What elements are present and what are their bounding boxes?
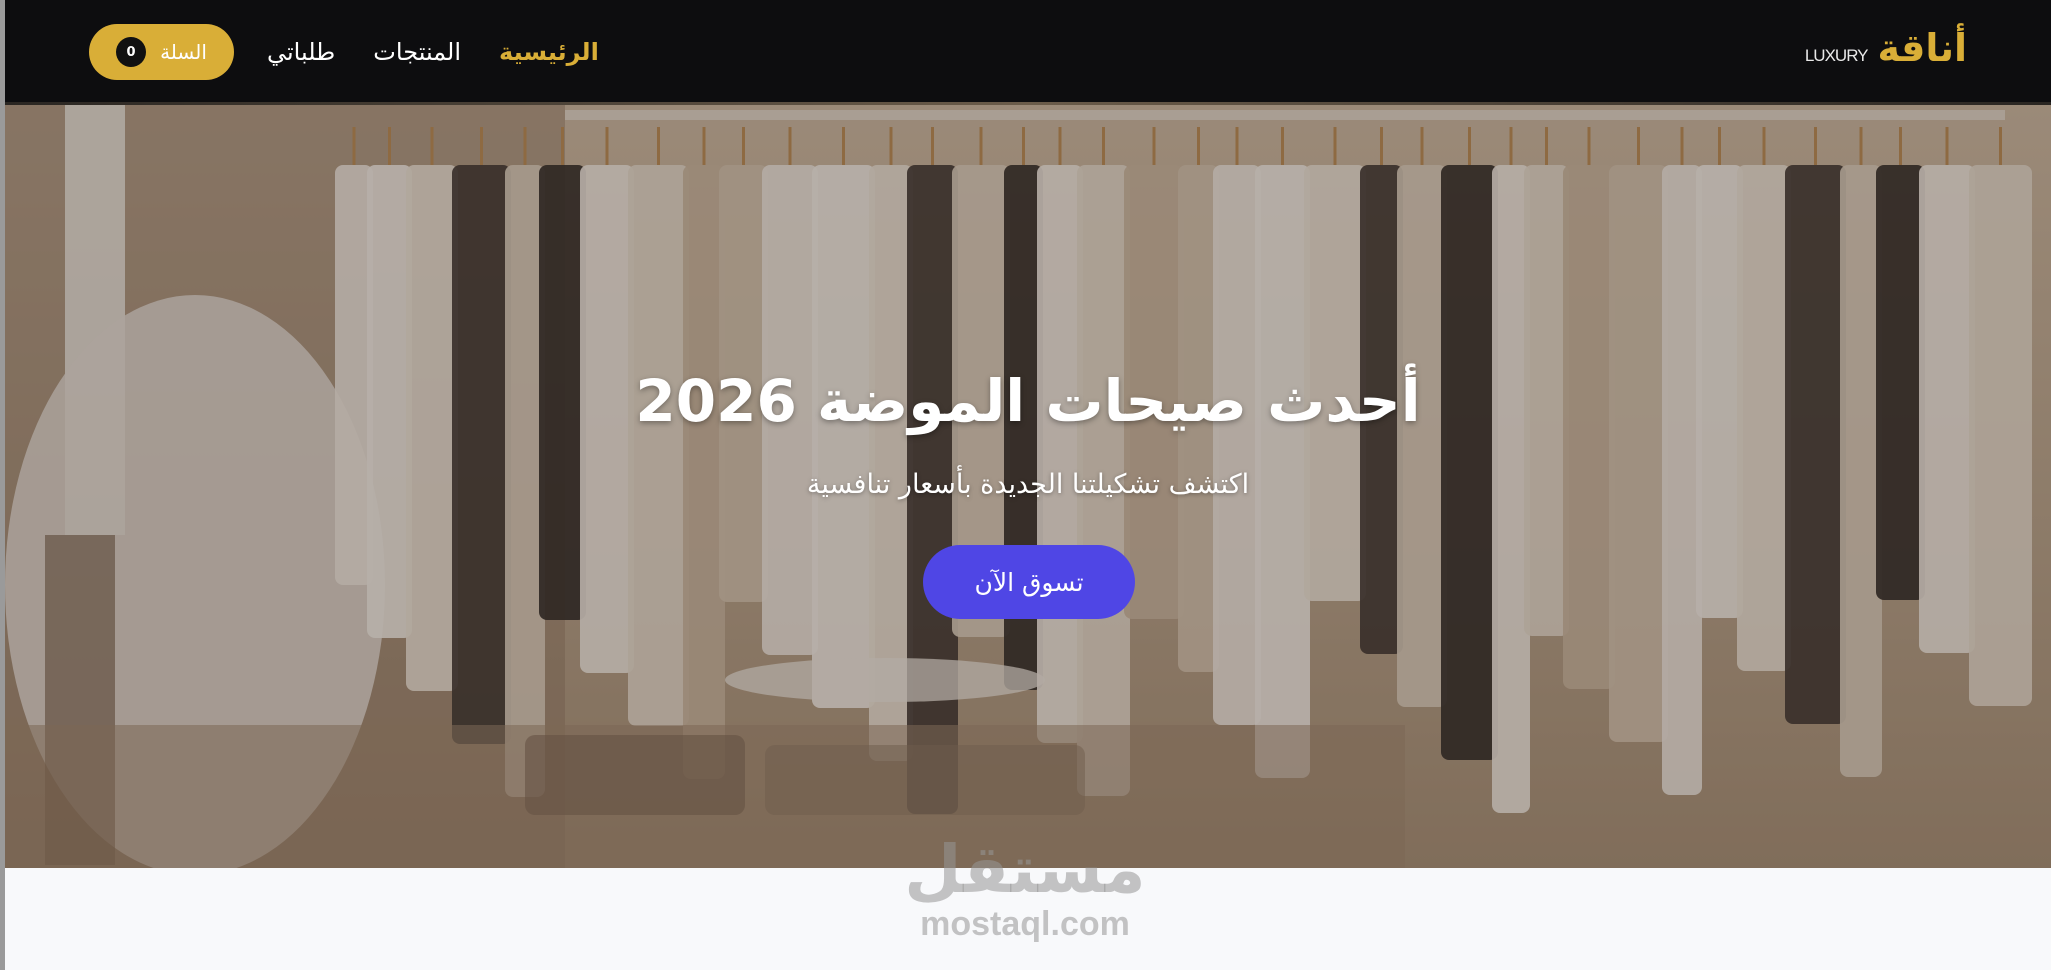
shop-now-button[interactable]: تسوق الآن (923, 545, 1135, 619)
nav-link-home[interactable]: الرئيسية (499, 34, 599, 70)
nav-link-my-orders[interactable]: طلباتي (267, 34, 335, 70)
brand-logo[interactable]: LUXURY أناقة (1805, 26, 1967, 70)
hero-banner: أحدث صيحات الموضة 2026 اكتشف تشكيلتنا ال… (5, 105, 2051, 868)
brand-tagline: LUXURY (1804, 46, 1869, 65)
main-nav: طلباتي المنتجات الرئيسية (267, 34, 599, 70)
top-navbar: 0 السلة طلباتي المنتجات الرئيسية LUXURY … (5, 0, 2051, 104)
brand-name: أناقة (1877, 26, 1968, 70)
hero-title: أحدث صيحات الموضة 2026 (635, 367, 1421, 435)
cart-button[interactable]: 0 السلة (89, 24, 234, 80)
hero-content: أحدث صيحات الموضة 2026 اكتشف تشكيلتنا ال… (5, 105, 2051, 868)
cart-label: السلة (160, 40, 207, 64)
cart-count-badge: 0 (116, 37, 147, 67)
nav-link-products[interactable]: المنتجات (373, 34, 461, 70)
watermark-latin: mostaql.com (920, 905, 1130, 943)
hero-subtitle: اكتشف تشكيلتنا الجديدة بأسعار تنافسية (806, 469, 1250, 500)
